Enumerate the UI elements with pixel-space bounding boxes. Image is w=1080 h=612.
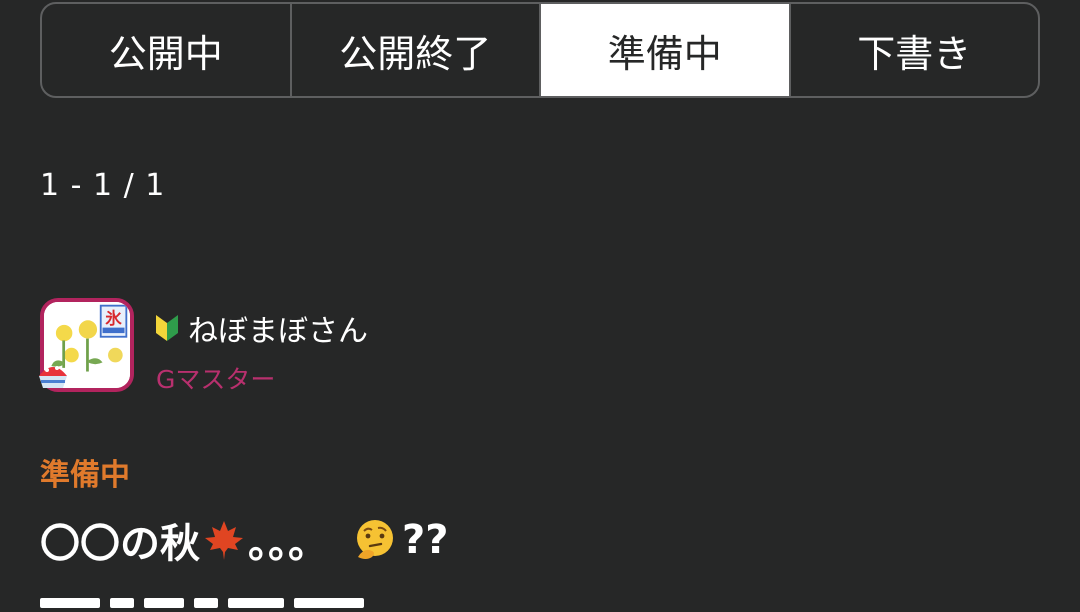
tab-drafts[interactable]: 下書き: [791, 4, 1039, 96]
author-name[interactable]: ねぼまぼさん: [188, 306, 368, 350]
post-title-suffix: 。。。: [248, 521, 328, 567]
tab-ended[interactable]: 公開終了: [292, 4, 541, 96]
post-status: 準備中: [40, 458, 130, 493]
maple-leaf-icon: [205, 521, 243, 560]
author-block[interactable]: 氷 ねぼまぼさん Gマスター: [39, 298, 740, 398]
shaved-ice-icon: [39, 366, 67, 388]
post-body-preview: [40, 598, 660, 612]
thinking-face-icon: [357, 520, 393, 559]
post-title-end: ??: [402, 517, 449, 563]
beginner-mark-icon: [156, 315, 178, 341]
tab-published[interactable]: 公開中: [42, 4, 292, 96]
post-title-text: 〇〇の秋: [40, 521, 200, 567]
pagination-count: 1 - 1 / 1: [40, 168, 166, 203]
post-title[interactable]: 〇〇の秋 。。。 ??: [40, 512, 448, 568]
status-tabs: 公開中 公開終了 準備中 下書き: [40, 2, 1040, 98]
author-rank: Gマスター: [156, 365, 276, 394]
svg-text:氷: 氷: [105, 309, 122, 328]
tab-preparing[interactable]: 準備中: [541, 4, 791, 96]
